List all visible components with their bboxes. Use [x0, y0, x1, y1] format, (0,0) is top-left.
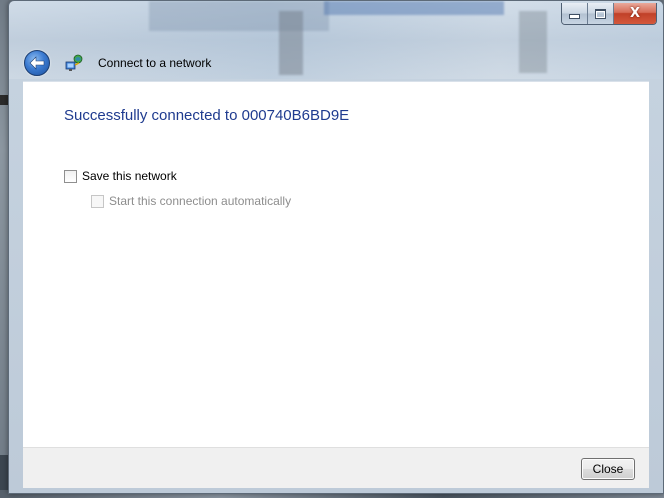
maximize-button[interactable]: [588, 3, 614, 24]
content-pane: Successfully connected to 000740B6BD9E S…: [23, 81, 649, 447]
back-arrow-icon: [29, 56, 45, 70]
back-button[interactable]: [24, 50, 50, 76]
window-title: Connect to a network: [98, 56, 212, 70]
auto-start-option: Start this connection automatically: [91, 194, 291, 208]
auto-start-checkbox: [91, 194, 104, 208]
background-blur: [519, 11, 547, 73]
dialog-footer: Close: [23, 447, 649, 488]
close-button[interactable]: Close: [581, 458, 635, 480]
connect-to-network-window: X Connect to a network Successfully conn…: [8, 0, 664, 494]
close-window-button[interactable]: X: [614, 3, 656, 24]
save-network-label: Save this network: [82, 169, 177, 183]
save-network-checkbox[interactable]: [64, 169, 77, 183]
background-blur: [324, 1, 504, 15]
connection-status-heading: Successfully connected to 000740B6BD9E: [64, 107, 350, 124]
close-icon: X: [629, 6, 641, 21]
maximize-icon: [595, 8, 606, 19]
caption-buttons: X: [561, 3, 657, 25]
minimize-icon: [569, 14, 580, 19]
auto-start-label: Start this connection automatically: [109, 194, 292, 208]
background-blur: [279, 11, 303, 75]
network-connection-icon: [65, 54, 83, 71]
save-network-option[interactable]: Save this network: [64, 169, 177, 183]
minimize-button[interactable]: [562, 3, 588, 24]
